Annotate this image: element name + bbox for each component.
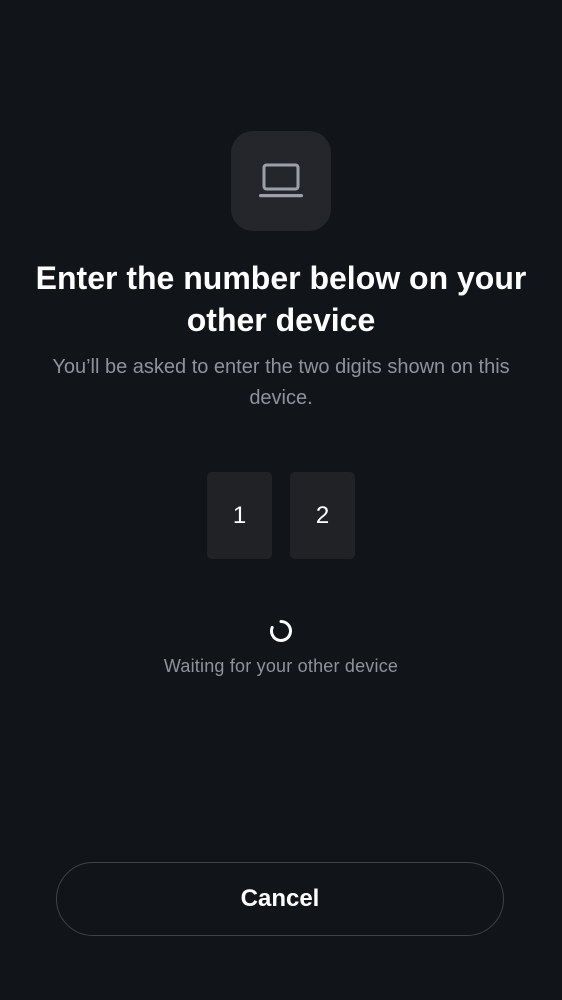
laptop-icon: [259, 163, 303, 198]
verification-screen: Enter the number below on your other dev…: [0, 0, 562, 1000]
waiting-status-text: Waiting for your other device: [163, 656, 399, 676]
device-icon-tile: [231, 131, 331, 231]
page-subtitle: You’ll be asked to enter the two digits …: [52, 356, 510, 409]
page-title: Enter the number below on your other dev…: [35, 260, 527, 338]
code-digit-1: 1: [207, 472, 272, 559]
loading-spinner-icon: [270, 620, 292, 642]
cancel-button[interactable]: Cancel: [56, 862, 504, 936]
code-digit-2: 2: [290, 472, 355, 559]
